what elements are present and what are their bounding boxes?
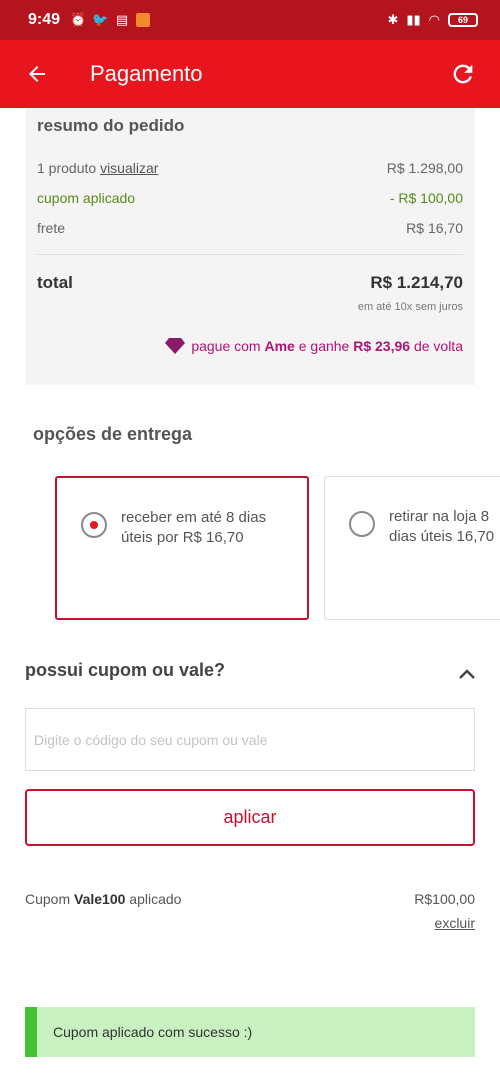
- refresh-icon[interactable]: [448, 59, 478, 89]
- signal-icon: ▮▮: [406, 12, 421, 27]
- product-label: 1 produto: [37, 160, 97, 176]
- coupon-code-input[interactable]: [25, 708, 475, 771]
- shipping-row: frete R$ 16,70: [37, 220, 463, 236]
- bluetooth-icon: ✱: [387, 12, 399, 27]
- summary-divider: [37, 254, 463, 255]
- coupon-section-title: possui cupom ou vale?: [25, 660, 226, 680]
- ame-suffix: de volta: [410, 338, 463, 354]
- notification-icons: ⏰ 🐦 ▤: [69, 12, 151, 27]
- news-icon: ▤: [115, 12, 129, 27]
- back-arrow-icon[interactable]: [22, 59, 52, 89]
- applied-prefix: Cupom: [25, 891, 75, 907]
- remove-coupon-link[interactable]: excluir: [435, 915, 475, 931]
- ame-brand: Ame: [264, 338, 295, 354]
- applied-coupon-text: Cupom Vale100 aplicado: [25, 891, 181, 907]
- chevron-up-icon[interactable]: [458, 668, 476, 680]
- summary-heading: resumo do pedido: [37, 116, 185, 135]
- radio-unselected[interactable]: [349, 511, 375, 537]
- product-price: R$ 1.298,00: [386, 160, 463, 176]
- applied-suffix: aplicado: [125, 891, 182, 907]
- coupon-discount-value: - R$ 100,00: [389, 190, 463, 206]
- ame-middle: e ganhe: [294, 338, 354, 354]
- product-label-group: 1 produto visualizar: [37, 160, 158, 176]
- status-time: 9:49: [28, 11, 61, 28]
- total-row: total R$ 1.214,70: [37, 273, 463, 293]
- page-title: Pagamento: [90, 61, 203, 86]
- ame-text: pague com Ame e ganhe R$ 23,96 de volta: [191, 338, 463, 354]
- apply-coupon-button[interactable]: aplicar: [25, 789, 475, 846]
- installments-note: em até 10x sem juros: [357, 301, 463, 313]
- delivery-option-pickup[interactable]: retirar na loja 8 dias úteis 16,70: [324, 476, 500, 620]
- view-products-link[interactable]: visualizar: [100, 160, 158, 176]
- alarm-icon: ⏰: [69, 12, 87, 27]
- ame-prefix: pague com: [191, 338, 265, 354]
- twitter-icon: 🐦: [91, 12, 109, 27]
- radio-selected[interactable]: [81, 512, 107, 538]
- applied-coupon-info: Cupom Vale100 aplicado R$100,00 excluir: [25, 891, 475, 931]
- coupon-row: cupom aplicado - R$ 100,00: [37, 190, 463, 206]
- coupon-applied-label: cupom aplicado: [37, 190, 136, 206]
- diamond-icon: [165, 338, 186, 354]
- wifi-icon: ◠: [428, 12, 440, 27]
- shipping-value: R$ 16,70: [406, 220, 463, 236]
- ame-cashback-promo: pague com Ame e ganhe R$ 23,96 de volta: [165, 338, 463, 354]
- delivery-option-text: receber em até 8 dias úteis por R$ 16,70: [121, 509, 267, 546]
- delivery-options-title: opções de entrega: [33, 424, 193, 444]
- app-notification-icon: [136, 13, 151, 27]
- battery-icon: 69: [448, 13, 478, 27]
- order-summary-card: resumo do pedido 1 produto visualizar R$…: [25, 108, 475, 385]
- applied-coupon-code: Vale100: [74, 891, 126, 907]
- success-toast: Cupom aplicado com sucesso :): [25, 1007, 475, 1057]
- shipping-label: frete: [37, 220, 66, 236]
- status-bar: 9:49 ⏰ 🐦 ▤ ✱ ▮▮ ◠ 69: [0, 0, 500, 40]
- status-indicators: ✱ ▮▮ ◠ 69: [387, 12, 478, 28]
- product-row: 1 produto visualizar R$ 1.298,00: [37, 160, 463, 176]
- ame-amount: R$ 23,96: [353, 338, 411, 354]
- app-bar: Pagamento: [0, 40, 500, 108]
- applied-coupon-value: R$100,00: [414, 891, 475, 907]
- total-value: R$ 1.214,70: [370, 273, 463, 292]
- delivery-option-text: retirar na loja 8 dias úteis 16,70: [389, 508, 495, 545]
- total-label: total: [37, 273, 73, 292]
- delivery-option-home[interactable]: receber em até 8 dias úteis por R$ 16,70: [55, 476, 309, 620]
